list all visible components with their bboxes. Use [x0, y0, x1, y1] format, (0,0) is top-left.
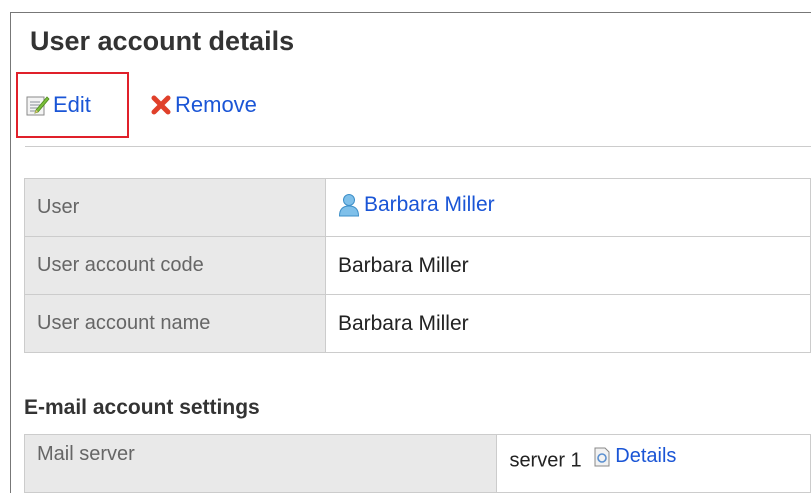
row-label-account-name: User account name — [24, 294, 326, 353]
user-link-label: Barbara Miller — [363, 192, 495, 216]
row-label-account-code: User account code — [24, 236, 326, 295]
toolbar-divider — [25, 146, 811, 147]
user-link[interactable]: Barbara Miller — [338, 193, 495, 217]
row-value-account-name: Barbara Miller — [324, 294, 811, 353]
mail-server-name: server 1 — [509, 449, 582, 472]
details-link-label: Details — [615, 445, 677, 467]
table-row: User Barbara Miller — [24, 178, 811, 237]
email-section-title: E-mail account settings — [24, 396, 260, 419]
remove-label: Remove — [175, 92, 257, 117]
edit-label: Edit — [53, 92, 91, 117]
user-icon — [338, 193, 360, 217]
remove-icon — [150, 94, 172, 116]
table-row: User account code Barbara Miller — [24, 236, 811, 295]
row-value-account-code: Barbara Miller — [324, 236, 811, 295]
edit-icon — [26, 94, 50, 116]
details-link[interactable]: Details — [593, 445, 676, 468]
user-details-table: User Barbara Miller User account code Ba… — [24, 178, 811, 353]
row-label-user: User — [24, 178, 326, 237]
table-row: User account name Barbara Miller — [24, 294, 811, 353]
edit-button[interactable]: Edit — [26, 90, 91, 120]
row-value-user: Barbara Miller — [324, 178, 811, 237]
remove-button[interactable]: Remove — [150, 90, 257, 120]
page-title: User account details — [30, 26, 295, 56]
